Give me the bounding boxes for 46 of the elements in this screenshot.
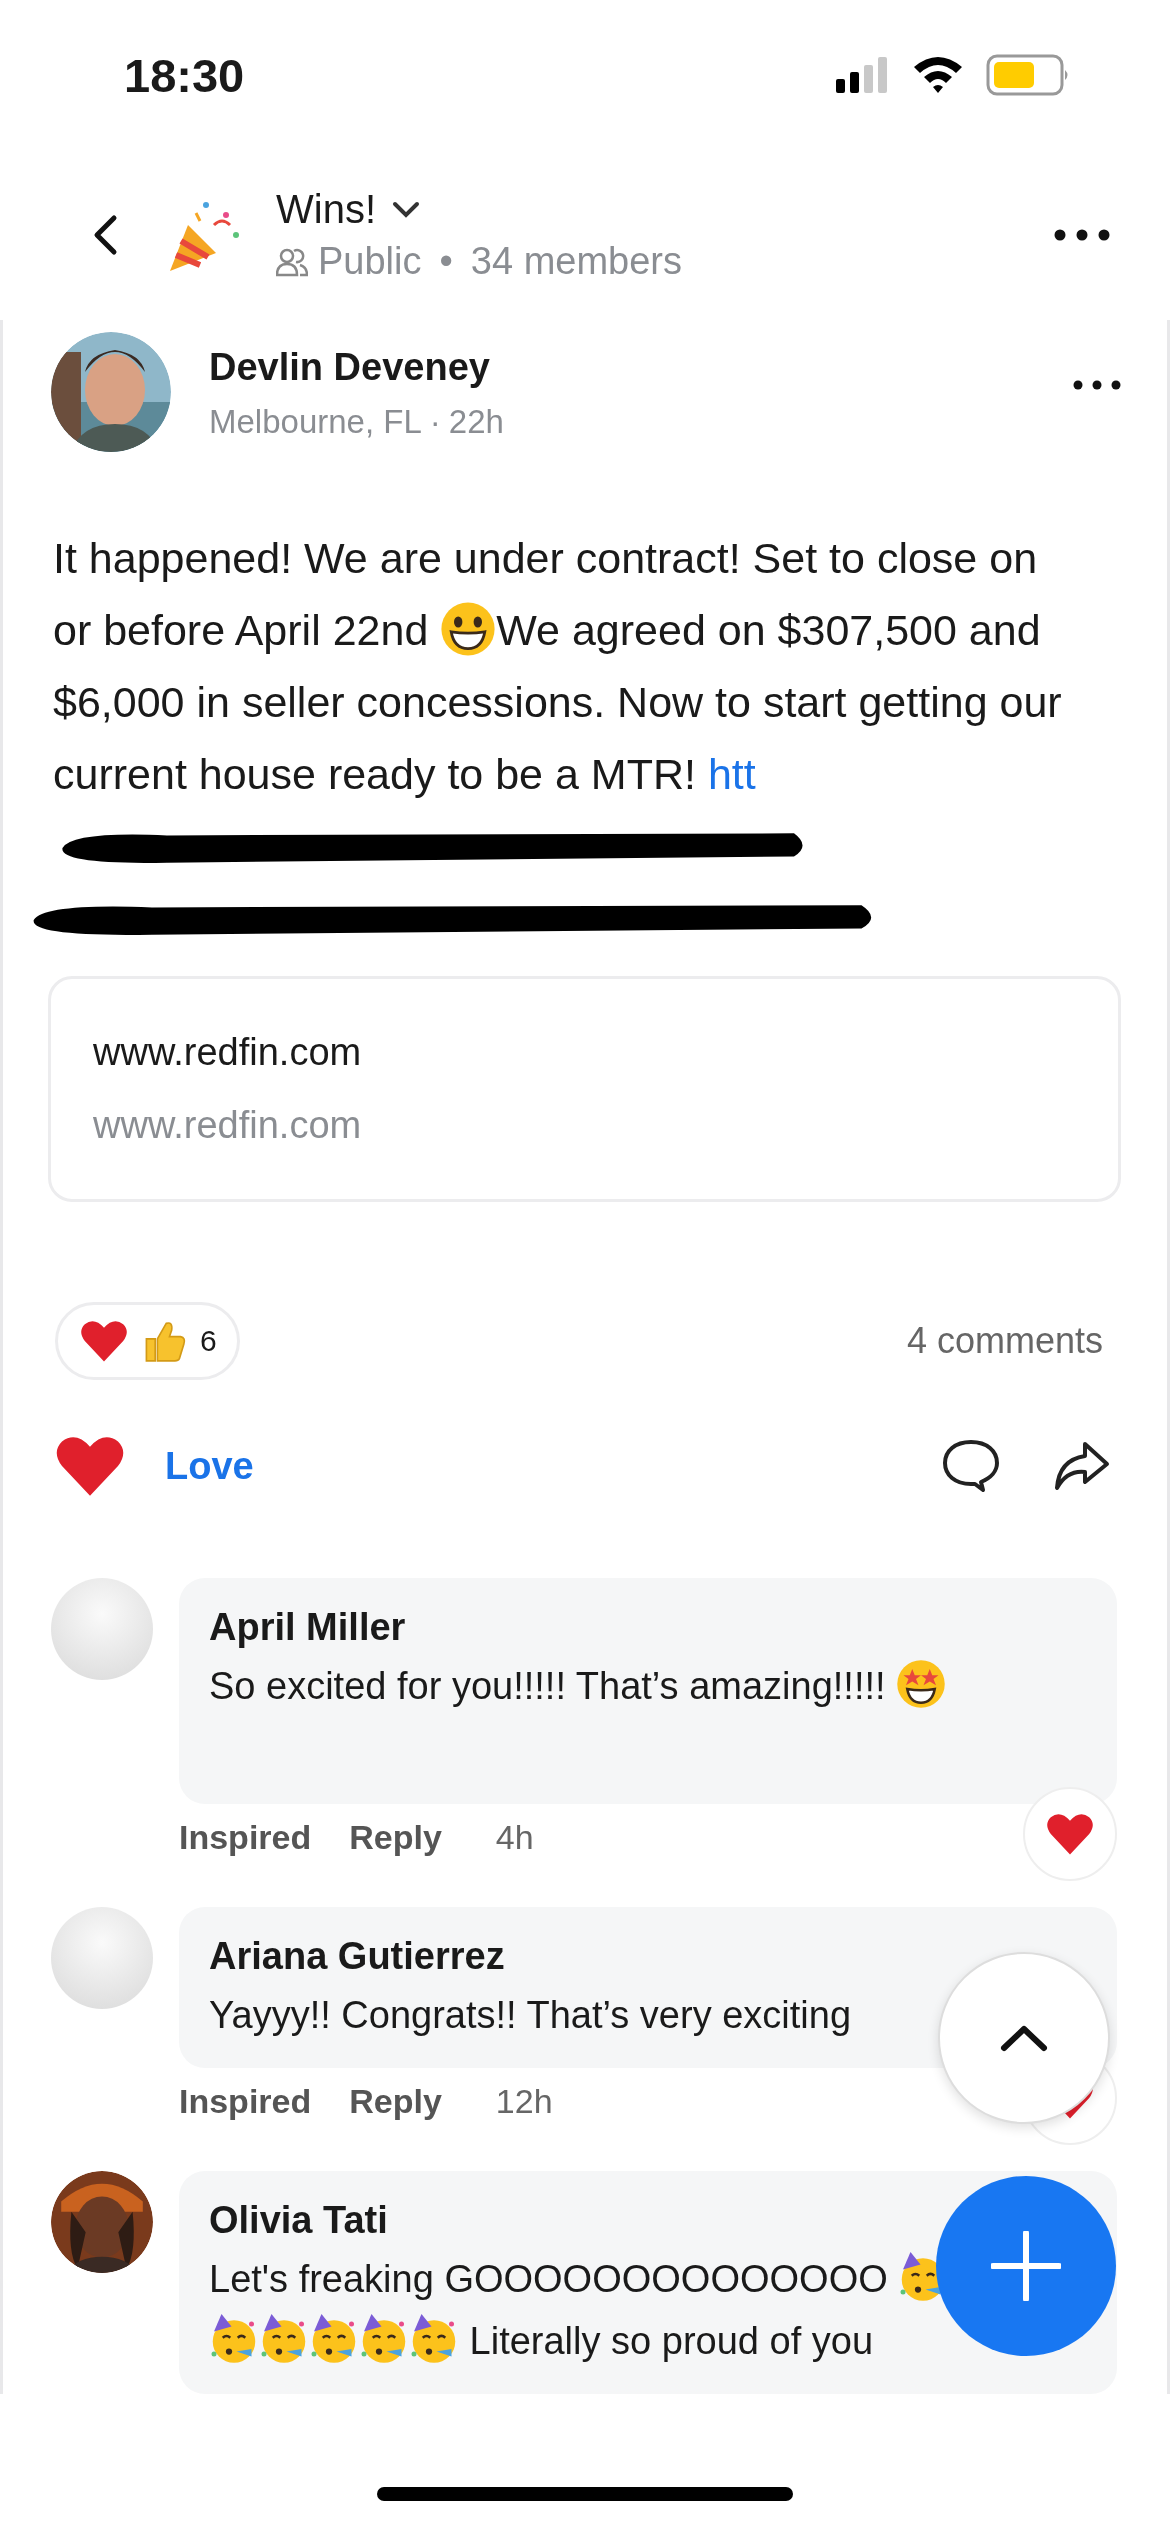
more-icon[interactable] [1054,229,1110,241]
heart-icon [80,1319,128,1363]
post-text: It happened! We are under contract! Set to close on or before April 22nd We agreed on $307,500 and $6,000 in seller concessions. Now to start getting our current house ready to be a MTR! htt [53,522,1087,954]
members-icon [276,246,308,277]
commenter-name[interactable]: April Miller [209,1606,406,1649]
member-count: 34 members [470,240,682,283]
group-title: Wins! [276,187,376,232]
love-button[interactable]: Love [55,1434,254,1498]
chevron-up-icon [1000,2024,1048,2052]
reaction-count: 6 [200,1324,217,1358]
heart-icon [1046,1812,1094,1856]
commenter-name[interactable]: Olivia Tati [209,2199,388,2242]
signal-icon [836,57,890,93]
wifi-icon [912,55,964,95]
plus-icon [991,2231,1061,2301]
back-icon[interactable] [92,214,118,256]
reply-link[interactable]: Reply [349,2082,442,2121]
battery-icon [986,54,1070,96]
comments-count[interactable]: 4 comments [906,1320,1103,1362]
separator-dot: · [429,403,441,440]
comment-text: So excited for you!!!!! That’s amazing!!!!! [209,1655,947,1717]
preview-url: www.redfin.com [93,1104,363,1147]
author-name[interactable]: Devlin Deveney [209,346,1035,389]
reaction-link[interactable]: Inspired [179,1818,312,1857]
reaction-link[interactable]: Inspired [179,2082,312,2121]
comment-icon[interactable] [941,1438,1001,1494]
reply-link[interactable]: Reply [349,1818,442,1857]
reactions-pill[interactable]: 6 [55,1302,240,1380]
chevron-down-icon[interactable] [392,200,420,219]
home-indicator[interactable] [377,2486,793,2501]
star-eyes-face-icon [896,1659,947,1709]
more-icon[interactable] [1073,380,1121,390]
separator-dot: • [439,240,453,283]
timestamp: 22h [448,403,504,440]
visibility-label: Public [318,240,422,283]
location-text: Melbourne, FL [209,403,422,440]
commenter-name[interactable]: Ariana Gutierrez [209,1935,505,1978]
timestamp: 12h [495,2082,553,2121]
timestamp: 4h [495,1818,534,1857]
link-preview-card[interactable]: www.redfin.com www.redfin.com [48,976,1121,1202]
comment-text: Yayyy!! Congrats!! That’s very exciting [209,1993,852,2038]
heart-icon [55,1434,125,1498]
post-link[interactable]: htt [707,750,756,798]
status-time: 18:30 [124,47,245,103]
grinning-face-icon [440,601,497,657]
preview-title: www.redfin.com [93,1031,363,1074]
